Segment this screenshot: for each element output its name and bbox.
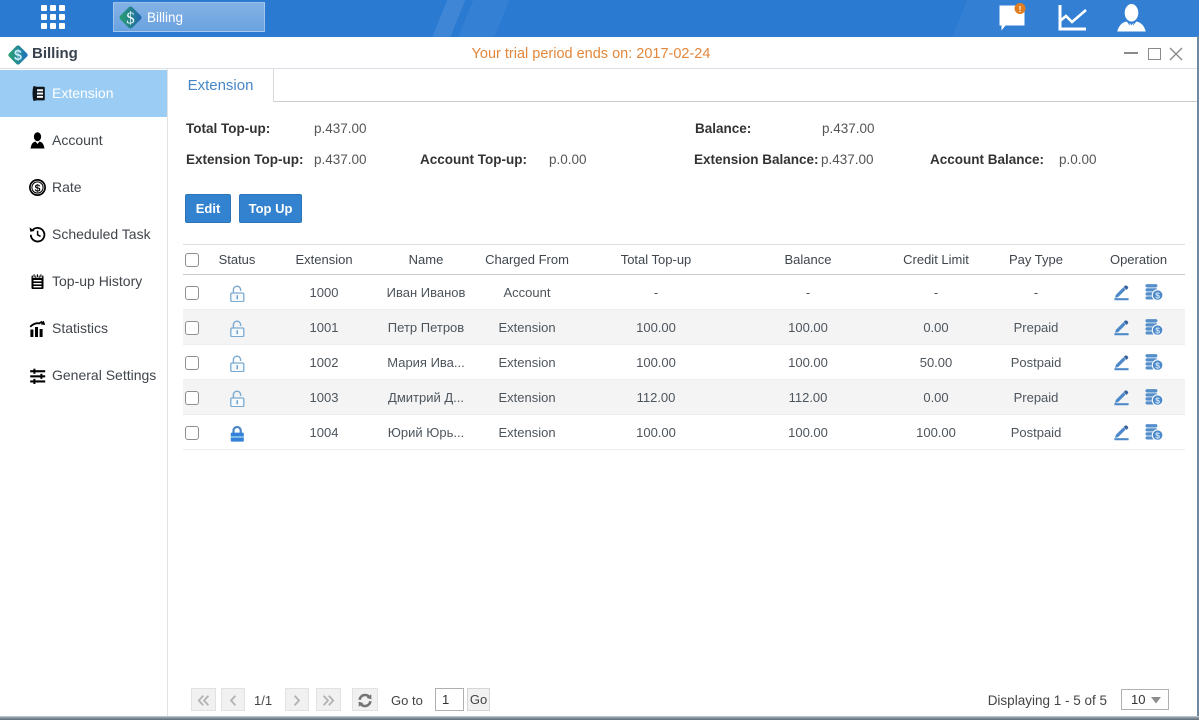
svg-text:!: !	[1019, 5, 1022, 14]
svg-text:$: $	[126, 8, 135, 27]
svg-text:$: $	[35, 182, 41, 194]
